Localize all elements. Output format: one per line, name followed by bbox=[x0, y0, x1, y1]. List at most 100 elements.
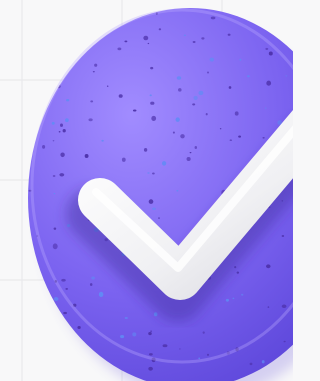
speckle bbox=[53, 227, 57, 230]
speckle bbox=[88, 118, 93, 122]
speckle bbox=[148, 366, 153, 371]
speckle bbox=[210, 16, 216, 20]
speckle bbox=[49, 15, 54, 20]
speckle bbox=[175, 117, 180, 122]
speckle bbox=[52, 140, 55, 142]
speckle bbox=[42, 145, 46, 149]
speckle bbox=[121, 157, 126, 162]
speckle bbox=[43, 103, 47, 107]
speckle bbox=[283, 39, 288, 43]
speckle bbox=[50, 69, 54, 72]
speckle bbox=[283, 340, 286, 343]
speckle bbox=[30, 289, 34, 293]
speckle bbox=[52, 175, 56, 177]
speckle bbox=[281, 304, 287, 309]
speckle bbox=[147, 172, 150, 174]
speckle bbox=[229, 139, 233, 142]
speckle bbox=[194, 146, 198, 149]
speckle bbox=[198, 357, 201, 360]
speckle bbox=[172, 131, 175, 134]
speckle bbox=[198, 90, 204, 96]
speckle bbox=[32, 300, 36, 304]
speckle bbox=[176, 190, 179, 192]
speckle bbox=[236, 271, 239, 274]
speckle bbox=[89, 283, 93, 286]
speckle bbox=[266, 80, 272, 86]
speckle bbox=[278, 9, 282, 12]
speckle bbox=[206, 353, 210, 356]
speckle bbox=[151, 115, 157, 121]
speckle bbox=[201, 37, 205, 40]
speckle bbox=[33, 76, 37, 80]
speckle bbox=[98, 291, 104, 298]
speckle bbox=[148, 332, 152, 336]
speckle bbox=[90, 100, 94, 103]
speckle bbox=[117, 47, 122, 51]
speckle bbox=[49, 352, 53, 355]
speckle bbox=[149, 94, 152, 97]
speckle bbox=[55, 333, 58, 336]
speckle bbox=[143, 147, 148, 152]
speckle bbox=[147, 42, 150, 45]
speckle bbox=[180, 134, 185, 139]
speckle bbox=[178, 88, 182, 92]
speckle bbox=[60, 123, 63, 127]
speckle bbox=[152, 207, 156, 210]
speckle bbox=[252, 20, 255, 23]
speckle bbox=[34, 135, 37, 137]
illustration-canvas bbox=[0, 0, 293, 381]
speckle bbox=[51, 87, 54, 90]
speckle bbox=[267, 306, 270, 308]
speckle bbox=[262, 136, 265, 139]
speckle bbox=[239, 58, 242, 61]
speckle bbox=[192, 41, 196, 43]
speckle bbox=[60, 152, 65, 158]
speckle bbox=[124, 40, 128, 43]
speckle bbox=[92, 71, 95, 73]
speckle bbox=[285, 75, 288, 77]
speckle bbox=[192, 103, 196, 106]
speckle bbox=[183, 34, 187, 37]
speckle bbox=[265, 47, 269, 50]
speckle bbox=[158, 28, 162, 31]
speckle bbox=[50, 34, 53, 37]
speckle bbox=[48, 49, 52, 52]
speckle bbox=[53, 297, 59, 301]
speckle bbox=[247, 75, 250, 78]
speckle bbox=[227, 33, 231, 36]
speckle bbox=[266, 264, 271, 269]
speckle bbox=[55, 31, 60, 36]
speckle bbox=[225, 298, 229, 302]
speckle bbox=[249, 362, 253, 366]
speckle bbox=[63, 12, 68, 17]
speckle bbox=[59, 341, 64, 346]
speckle bbox=[62, 129, 66, 133]
speckle bbox=[261, 360, 265, 364]
speckle bbox=[124, 316, 128, 320]
speckle bbox=[150, 101, 155, 105]
speckle bbox=[234, 111, 239, 116]
speckle bbox=[281, 234, 285, 238]
speckle bbox=[65, 288, 69, 290]
speckle bbox=[47, 91, 50, 94]
speckle bbox=[54, 349, 60, 355]
speckle bbox=[53, 192, 56, 195]
speckle bbox=[29, 371, 33, 375]
speckle bbox=[219, 128, 222, 130]
speckle bbox=[84, 153, 89, 159]
speckle bbox=[71, 8, 77, 14]
speckle bbox=[189, 152, 192, 154]
speckle bbox=[176, 76, 182, 80]
speckle bbox=[179, 348, 181, 350]
speckle bbox=[116, 19, 118, 22]
speckle bbox=[61, 278, 66, 282]
speckle bbox=[51, 121, 55, 125]
speckle bbox=[52, 243, 58, 250]
speckle bbox=[209, 57, 215, 62]
speckle bbox=[94, 63, 98, 67]
speckle bbox=[268, 51, 273, 56]
speckle bbox=[120, 335, 125, 339]
speckle bbox=[143, 35, 149, 41]
speckle bbox=[150, 66, 154, 70]
speckle bbox=[153, 312, 158, 317]
